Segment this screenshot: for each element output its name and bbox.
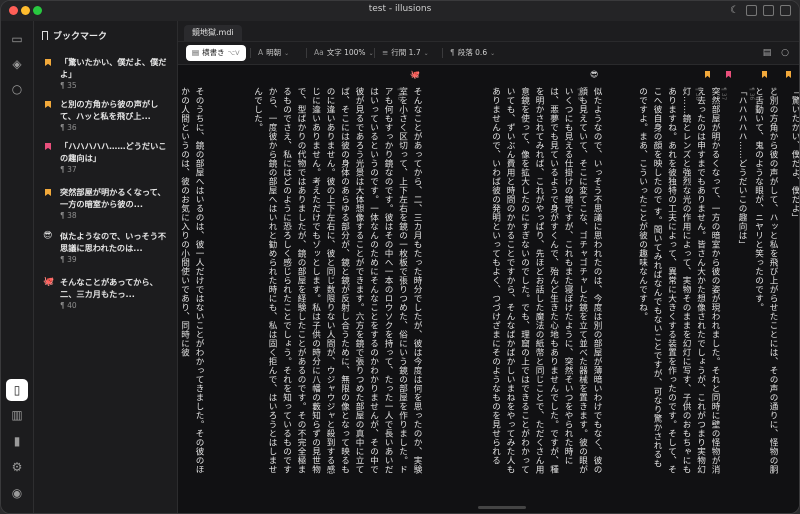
bookmark-text: と別の方角から彼の声がして、ハッと私を飛び上... xyxy=(60,99,159,121)
bookmark-text: そんなことがあってから、二、三カ月もたっ... xyxy=(60,277,158,299)
bookmark-text: 「ハハハハハ……どうだいこの趣向は」 xyxy=(60,141,167,163)
paragraph-number: ¶ 36 xyxy=(748,87,755,101)
bookmark-flag-icon xyxy=(45,101,51,108)
bookmark-sidebar: ブックマーク 「驚いたかい、僕だよ、僕だよ」 ¶ 35 と別の方角から彼の声がして、… xyxy=(34,21,177,513)
line-height-label: 行間 1.7 xyxy=(391,48,421,57)
bottom-panel-toggle-icon[interactable] xyxy=(763,5,774,16)
bookmark-text: 突然部屋が明かるくなって、一方の暗室から彼の... xyxy=(60,187,166,209)
bookmark-marker-icon[interactable] xyxy=(726,71,731,78)
size-label: 文字 100% xyxy=(326,48,366,57)
editor-area: 鏡地獄.mdi ▤ 横書き ⌥V A 明朝 ⌄ Aa 文字 100% ⌄ ≡ 行間 1.7 ⌄ … xyxy=(177,21,799,513)
paragraph[interactable]: と別の方角から彼の声がして、ハッと私を飛び上がらせたことには、その声の通りに、怪… xyxy=(750,87,780,475)
paragraph-spacing-icon: ¶ xyxy=(450,48,455,57)
chevron-down-icon: ⌄ xyxy=(284,50,290,57)
bookmark-flag-icon xyxy=(45,143,51,150)
paragraph[interactable]: 似たようなので、いっそう不思議に思われたのは、今度は別の部屋が薄暗いわけでもなく… xyxy=(488,87,604,475)
line-height-icon: ≡ xyxy=(382,48,389,57)
bookmark-marker-icon[interactable] xyxy=(705,71,710,78)
chevron-down-icon: ⌄ xyxy=(490,50,496,57)
theme-toggle-icon[interactable]: ☾ xyxy=(729,5,740,16)
app-window: test - illusions ☾ ▭ ◈ ○ ▯ ▥ ▮ ⚙ ◉ ブックマー… xyxy=(0,0,800,514)
chart-icon[interactable]: ▮ xyxy=(9,433,25,449)
bookmark-paragraph-number: ¶ 35 xyxy=(60,81,77,90)
chevron-down-icon: ⌄ xyxy=(423,50,429,57)
sidebar-title: ブックマーク xyxy=(53,32,108,42)
emoji-bookmark-icon: 😎 xyxy=(43,231,53,241)
left-panel-toggle-icon[interactable] xyxy=(746,5,757,16)
book-icon[interactable]: ▥ xyxy=(9,407,25,423)
paragraph[interactable]: 「驚いたかい、僕だよ、僕だよ」 xyxy=(788,87,799,475)
document-icon[interactable]: ▤ xyxy=(761,47,773,59)
emoji-marker-icon[interactable]: 😎 xyxy=(590,70,599,79)
orientation-shortcut: ⌥V xyxy=(227,49,240,57)
paragraph[interactable]: 突然部屋が明かるくなって、一方の暗室から彼の姿が現われました。それと同時に壁の怪… xyxy=(622,87,722,475)
chevron-down-icon: ⌄ xyxy=(368,50,374,57)
bookmark-paragraph-number: ¶ 40 xyxy=(60,301,77,310)
activity-bar: ▭ ◈ ○ ▯ ▥ ▮ ⚙ ◉ xyxy=(1,21,34,513)
search-icon[interactable]: ○ xyxy=(9,81,25,97)
paragraph-spacing-select[interactable]: ¶ 段落 0.6 ⌄ xyxy=(450,45,495,61)
editor-toolbar: ▤ 横書き ⌥V A 明朝 ⌄ Aa 文字 100% ⌄ ≡ 行間 1.7 ⌄ ¶ 段落 0.6 ⌄… xyxy=(178,42,799,65)
paragraph-spacing-label: 段落 0.6 xyxy=(457,48,488,57)
layers-icon[interactable]: ◈ xyxy=(9,56,25,72)
paragraph-number: ¶ 39 xyxy=(576,87,583,101)
layout-icon: ▤ xyxy=(192,48,200,57)
title-bar: test - illusions ☾ xyxy=(1,1,799,22)
bookmark-paragraph-number: ¶ 39 xyxy=(60,255,77,264)
bookmark-marker-icon[interactable] xyxy=(762,71,767,78)
sidebar-header: ブックマーク xyxy=(42,29,107,42)
bookmark-paragraph-number: ¶ 38 xyxy=(60,211,77,220)
account-icon[interactable]: ◉ xyxy=(9,485,25,501)
paragraph[interactable]: そんなことがあってから、二、三カ月もたった時分でしたが、彼は今度は何を思ったのか… xyxy=(248,87,424,475)
bookmark-text: 似たようなので、いっそう不思議に思われたのは... xyxy=(60,231,167,253)
font-icon: A xyxy=(258,48,264,57)
text-size-icon: Aa xyxy=(314,48,324,57)
emoji-marker-icon[interactable]: 🐙 xyxy=(410,70,420,79)
horizontal-scrollbar[interactable] xyxy=(478,506,526,509)
paragraph-number: ¶ 40 xyxy=(396,87,403,101)
paragraph[interactable]: そのうちに、鏡の部屋へはいるのは、彼一人だけではないことがわかってきました。その… xyxy=(178,87,206,475)
folder-icon[interactable]: ▭ xyxy=(9,31,25,47)
orientation-button[interactable]: ▤ 横書き ⌥V xyxy=(186,45,246,61)
paragraph[interactable]: 「ハハハハハ……どうだいこの趣向は」 xyxy=(735,87,749,475)
search-icon[interactable]: ○ xyxy=(779,47,791,59)
bookmark-icon[interactable]: ▯ xyxy=(6,379,28,401)
orientation-label: 横書き xyxy=(202,48,225,57)
tab-document[interactable]: 鏡地獄.mdi xyxy=(184,25,242,41)
tab-bar: 鏡地獄.mdi xyxy=(178,21,799,42)
font-select[interactable]: A 明朝 ⌄ xyxy=(258,45,289,61)
font-label: 明朝 xyxy=(266,48,282,57)
emoji-bookmark-icon: 🐙 xyxy=(43,277,55,287)
bookmark-markers: 😎 🐙 xyxy=(178,69,799,83)
bookmark-paragraph-number: ¶ 37 xyxy=(60,165,77,174)
window-title: test - illusions xyxy=(368,4,432,14)
line-height-select[interactable]: ≡ 行間 1.7 ⌄ xyxy=(382,45,429,61)
bookmark-paragraph-number: ¶ 36 xyxy=(60,123,77,132)
bookmark-flag-icon xyxy=(45,59,51,66)
paragraph-number: ¶ 37 xyxy=(720,87,727,101)
bookmark-marker-icon[interactable] xyxy=(786,71,791,78)
size-select[interactable]: Aa 文字 100% ⌄ xyxy=(314,45,374,61)
bookmark-text: 「驚いたかい、僕だよ、僕だよ」 xyxy=(60,57,167,79)
paragraph-number: ¶ 35 xyxy=(770,87,777,101)
settings-icon[interactable]: ⚙ xyxy=(9,459,25,475)
paragraph-number: ¶ 38 xyxy=(694,87,701,101)
bookmark-flag-icon xyxy=(45,189,51,196)
bookmark-header-icon xyxy=(42,31,48,40)
vertical-document[interactable]: 😎 🐙 「驚いたかい、僕だよ、僕だよ」 と別の方角から彼の声がして、ハッと私を飛び… xyxy=(178,65,799,513)
right-panel-toggle-icon[interactable] xyxy=(780,5,791,16)
